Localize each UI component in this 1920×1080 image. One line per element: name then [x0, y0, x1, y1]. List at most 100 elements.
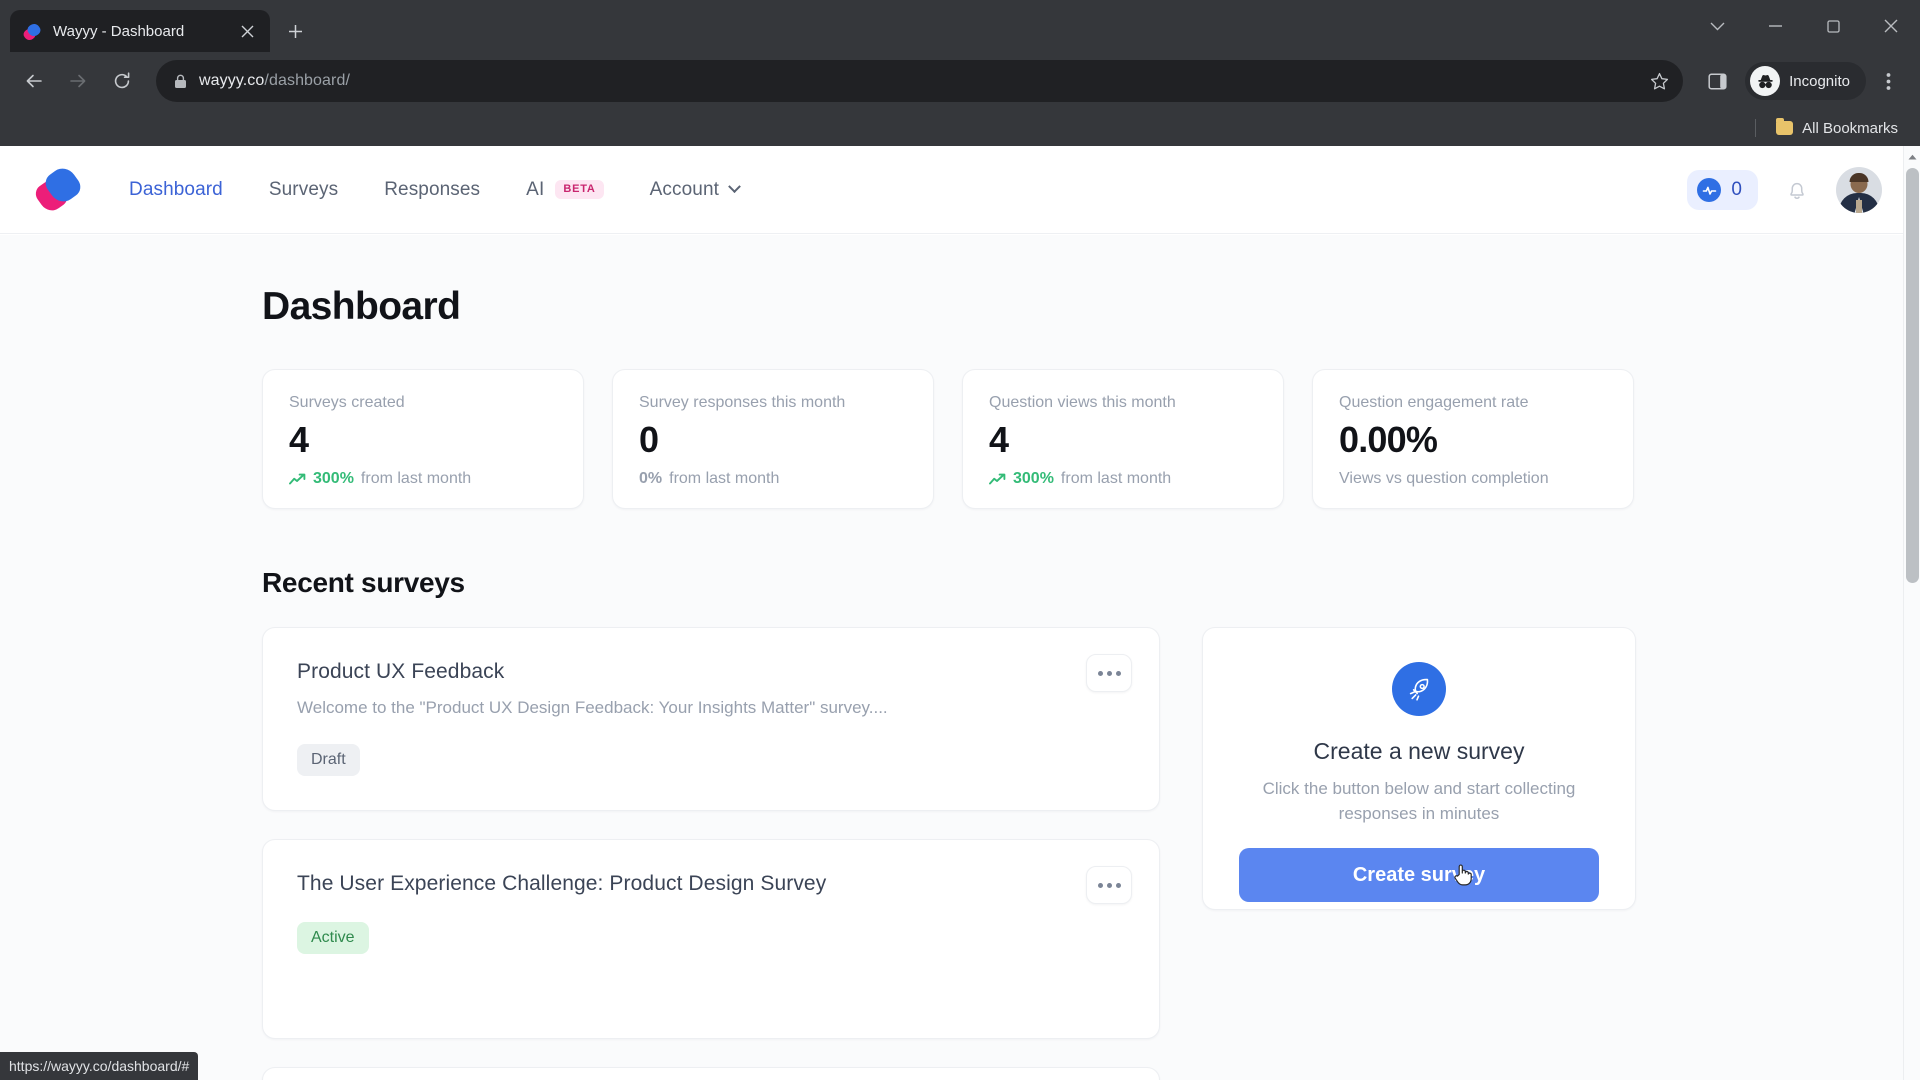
address-bar-url: wayyy.co/dashboard/ [199, 72, 350, 90]
url-path: /dashboard/ [264, 72, 351, 89]
create-survey-button[interactable]: Create survey [1239, 848, 1599, 903]
bookmarks-bar: All Bookmarks [0, 110, 1920, 146]
nav-item-account[interactable]: Account [627, 179, 762, 201]
stat-delta-suffix: from last month [1060, 470, 1172, 488]
stat-delta-suffix: Views vs question completion [1339, 470, 1549, 488]
stat-delta: 300% from last month [289, 470, 557, 488]
credits-count: 0 [1731, 179, 1742, 200]
divider [1755, 119, 1757, 137]
nav-label: Account [649, 178, 720, 200]
status-bar-url: https://wayyy.co/dashboard/# [0, 1052, 199, 1080]
tab-title: Wayyy - Dashboard [53, 22, 185, 40]
stat-delta-suffix: from last month [669, 470, 780, 488]
window-controls [1688, 0, 1920, 52]
browser-window: Wayyy - Dashboard wayyy.co/dashboard/ In… [0, 0, 1920, 1080]
stat-delta-pct: 0% [639, 470, 663, 488]
credits-button[interactable]: 0 [1687, 170, 1758, 210]
recent-surveys-heading: Recent surveys [262, 567, 465, 598]
page-viewport: Dashboard Surveys Responses AI BETA Acco… [0, 146, 1920, 1080]
survey-card[interactable]: Product UX Feedback Welcome to the "Prod… [262, 627, 1160, 811]
survey-card-partial[interactable] [262, 1067, 1160, 1080]
more-options-icon[interactable] [1086, 866, 1132, 904]
vertical-scrollbar[interactable] [1903, 146, 1920, 1080]
page-content: Dashboard Surveys created 4 300% from la… [0, 235, 1913, 1080]
nav-label: Dashboard [129, 178, 223, 200]
more-options-icon[interactable] [1086, 654, 1132, 692]
nav-item-ai[interactable]: AI BETA [503, 179, 626, 201]
three-dot-menu-icon[interactable] [1870, 61, 1906, 101]
stat-card-surveys-created: Surveys created 4 300% from last month [262, 369, 584, 509]
profile-incognito-button[interactable]: Incognito [1745, 62, 1866, 100]
tab-strip: Wayyy - Dashboard [0, 0, 1920, 52]
close-icon[interactable] [1862, 0, 1920, 52]
dashboard-page: Dashboard Surveys created 4 300% from la… [0, 235, 1913, 1080]
all-bookmarks-button[interactable]: All Bookmarks [1770, 116, 1904, 141]
back-arrow-icon[interactable] [14, 61, 54, 101]
stat-label: Question views this month [989, 394, 1176, 411]
scroll-up-arrow-icon[interactable] [1904, 148, 1920, 165]
create-survey-card: Create a new survey Click the button bel… [1202, 627, 1636, 910]
reload-icon[interactable] [102, 61, 142, 101]
create-card-subtitle: Click the button below and start collect… [1262, 779, 1576, 823]
incognito-icon [1750, 66, 1781, 96]
stat-delta: 0% from last month [639, 470, 907, 488]
stat-value: 4 [989, 419, 1009, 460]
chevron-down-icon[interactable] [1688, 0, 1746, 52]
avatar[interactable] [1836, 167, 1882, 213]
bell-icon[interactable] [1780, 173, 1814, 207]
minimize-icon[interactable] [1746, 0, 1804, 52]
wayyy-logo-icon[interactable] [32, 162, 85, 215]
primary-nav: Dashboard Surveys Responses AI BETA Acco… [106, 179, 762, 201]
survey-title: The User Experience Challenge: Product D… [297, 872, 827, 895]
trend-up-icon [289, 473, 306, 486]
stat-delta: 300% from last month [989, 470, 1257, 488]
app-navbar: Dashboard Surveys Responses AI BETA Acco… [0, 146, 1920, 234]
address-bar[interactable]: wayyy.co/dashboard/ [156, 60, 1684, 102]
nav-item-dashboard[interactable]: Dashboard [106, 179, 246, 201]
scrollbar-thumb[interactable] [1906, 168, 1919, 583]
create-survey-panel: Create a new survey Click the button bel… [1202, 627, 1636, 1080]
stat-label: Surveys created [289, 394, 405, 411]
star-icon[interactable] [1650, 72, 1669, 91]
stat-label: Question engagement rate [1339, 394, 1529, 411]
rocket-icon [1392, 662, 1446, 716]
browser-toolbar: wayyy.co/dashboard/ Incognito [0, 52, 1920, 110]
nav-item-surveys[interactable]: Surveys [246, 179, 361, 201]
nav-label: Responses [384, 178, 481, 200]
trend-up-icon [989, 473, 1006, 486]
close-icon[interactable] [234, 18, 260, 44]
stat-delta-suffix: from last month [360, 470, 472, 488]
page-title: Dashboard [262, 285, 461, 328]
profile-label: Incognito [1789, 72, 1850, 90]
credits-pulse-icon [1697, 178, 1722, 202]
browser-tab[interactable]: Wayyy - Dashboard [10, 10, 270, 52]
chevron-down-icon [728, 180, 741, 194]
stat-card-engagement-rate: Question engagement rate 0.00% Views vs … [1312, 369, 1634, 509]
status-badge: Active [297, 922, 369, 954]
new-tab-button[interactable] [278, 14, 312, 48]
stat-delta: Views vs question completion [1339, 470, 1607, 488]
wayyy-logo-icon [21, 21, 43, 42]
maximize-icon[interactable] [1804, 0, 1862, 52]
survey-title: Product UX Feedback [297, 660, 505, 683]
nav-label: AI [526, 178, 545, 200]
all-bookmarks-label: All Bookmarks [1802, 119, 1898, 137]
nav-label: Surveys [268, 178, 339, 200]
status-badge: Draft [297, 744, 360, 776]
nav-item-responses[interactable]: Responses [361, 179, 503, 201]
lock-icon [174, 74, 187, 89]
side-panel-icon[interactable] [1697, 61, 1737, 101]
create-survey-button-label: Create survey [1352, 863, 1486, 886]
survey-list: Product UX Feedback Welcome to the "Prod… [262, 627, 1160, 1080]
stats-row: Surveys created 4 300% from last month S… [262, 369, 1913, 509]
folder-icon [1776, 118, 1794, 135]
forward-arrow-icon[interactable] [58, 61, 98, 101]
survey-description: Welcome to the "Product UX Design Feedba… [297, 698, 888, 717]
survey-card[interactable]: The User Experience Challenge: Product D… [262, 839, 1160, 1039]
stat-value: 0.00% [1339, 419, 1438, 460]
stat-value: 4 [289, 419, 309, 460]
stat-card-question-views: Question views this month 4 300% from la… [962, 369, 1284, 509]
navbar-right: 0 [1687, 146, 1882, 234]
stat-delta-pct: 300% [313, 470, 354, 488]
stat-delta-pct: 300% [1013, 470, 1054, 488]
